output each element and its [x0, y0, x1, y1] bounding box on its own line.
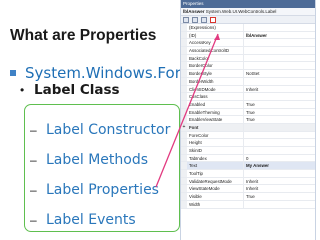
tree-class: • Label Class — [20, 82, 120, 98]
property-row[interactable]: BorderColor — [181, 62, 315, 71]
bullet-icon: • — [20, 83, 25, 97]
property-value[interactable]: Inherit — [244, 185, 315, 192]
property-row[interactable]: Width — [181, 200, 315, 209]
property-name: BackColor — [187, 54, 244, 62]
property-row[interactable]: Enabled True — [181, 100, 315, 109]
property-name: EnableViewState — [187, 116, 244, 123]
property-value[interactable] — [244, 78, 315, 85]
property-value[interactable] — [244, 124, 315, 131]
property-row[interactable]: AssociatedControlID — [181, 47, 315, 55]
property-name: AssociatedControlID — [187, 47, 244, 54]
object-type: System.Web.UI.WebControls.Label — [205, 9, 277, 14]
property-value[interactable]: Inherit — [244, 86, 315, 93]
square-bullet-icon — [10, 70, 16, 76]
property-value[interactable]: lblAnswer — [244, 32, 315, 39]
property-name: ViewStateMode — [187, 185, 244, 193]
property-value[interactable] — [244, 147, 315, 154]
property-row[interactable]: ForeColor — [181, 131, 315, 140]
property-grid: (Expressions) (ID) lblAnswer AccessKey Assoc… — [181, 24, 315, 209]
property-name: Height — [187, 139, 244, 146]
property-name: Font — [187, 123, 244, 131]
property-row[interactable]: ToolTip — [181, 170, 315, 178]
property-category-row[interactable]: + Font — [181, 123, 315, 132]
property-row[interactable]: SkinID — [181, 147, 315, 155]
properties-title-bar: Properties — [181, 0, 315, 8]
object-selector[interactable]: lblAnswer System.Web.UI.WebControls.Labe… — [181, 8, 315, 16]
property-name: Enabled — [187, 100, 244, 108]
property-row[interactable]: BorderStyle NotSet — [181, 70, 315, 78]
events-icon[interactable] — [210, 17, 216, 23]
property-value[interactable] — [244, 132, 315, 139]
property-row[interactable]: CssClass — [181, 93, 315, 101]
object-name: lblAnswer — [183, 9, 205, 14]
property-row[interactable]: ClientIDMode Inherit — [181, 85, 315, 94]
property-row[interactable]: Visible True — [181, 193, 315, 201]
property-value[interactable]: 0 — [244, 155, 315, 162]
property-value[interactable]: Inherit — [244, 178, 315, 185]
property-name: (ID) — [187, 31, 244, 39]
property-value[interactable]: True — [244, 109, 315, 116]
properties-toolbar — [181, 16, 315, 24]
slide-title: What are Properties — [10, 27, 157, 44]
property-row[interactable]: Text My Answer — [181, 162, 315, 171]
property-value[interactable] — [244, 55, 315, 62]
property-name: TabIndex — [187, 154, 244, 162]
property-name: CssClass — [187, 93, 244, 100]
property-value[interactable]: My Answer — [244, 162, 315, 169]
property-name: Width — [187, 200, 244, 208]
property-row[interactable]: ValidateRequestMode Inherit — [181, 177, 315, 186]
property-row[interactable]: AccessKey — [181, 39, 315, 48]
property-name: ClientIDMode — [187, 85, 244, 93]
property-value[interactable] — [244, 62, 315, 69]
namespace-label: System.Windows.Forms — [25, 64, 204, 82]
properties-icon[interactable] — [201, 17, 207, 23]
property-row[interactable]: Height — [181, 139, 315, 147]
categorized-icon[interactable] — [183, 17, 189, 23]
property-row[interactable]: BackColor — [181, 54, 315, 63]
property-row[interactable]: EnableViewState True — [181, 116, 315, 124]
property-row[interactable]: BorderWidth — [181, 77, 315, 86]
properties-window: Properties lblAnswer System.Web.UI.WebCo… — [180, 0, 316, 240]
property-name: ValidateRequestMode — [187, 177, 244, 185]
property-row[interactable]: EnableTheming True — [181, 108, 315, 117]
property-name: ForeColor — [187, 131, 244, 139]
members-highlight-box — [24, 104, 180, 232]
tree-namespace: System.Windows.Forms — [10, 64, 203, 82]
property-name: (Expressions) — [187, 24, 244, 31]
property-name: BorderColor — [187, 62, 244, 70]
property-name: EnableTheming — [187, 108, 244, 116]
property-name: BorderWidth — [187, 77, 244, 85]
property-value[interactable] — [244, 24, 315, 31]
property-row[interactable]: (Expressions) — [181, 24, 315, 32]
alphabetical-icon[interactable] — [192, 17, 198, 23]
property-value[interactable] — [244, 93, 315, 100]
property-value[interactable]: True — [244, 101, 315, 108]
property-value[interactable] — [244, 139, 315, 146]
property-value[interactable] — [244, 201, 315, 208]
property-name: SkinID — [187, 147, 244, 154]
property-name: Text — [187, 162, 244, 170]
property-row[interactable]: ViewStateMode Inherit — [181, 185, 315, 194]
property-value[interactable]: NotSet — [244, 70, 315, 77]
property-row[interactable]: TabIndex 0 — [181, 154, 315, 163]
property-value[interactable] — [244, 39, 315, 46]
property-name: AccessKey — [187, 39, 244, 47]
property-value[interactable] — [244, 170, 315, 177]
property-name: BorderStyle — [187, 70, 244, 77]
property-name: ToolTip — [187, 170, 244, 177]
class-label: Label Class — [34, 82, 120, 98]
property-value[interactable]: True — [244, 193, 315, 200]
property-value[interactable] — [244, 47, 315, 54]
property-row[interactable]: (ID) lblAnswer — [181, 31, 315, 40]
property-name: Visible — [187, 193, 244, 200]
property-value[interactable]: True — [244, 116, 315, 123]
